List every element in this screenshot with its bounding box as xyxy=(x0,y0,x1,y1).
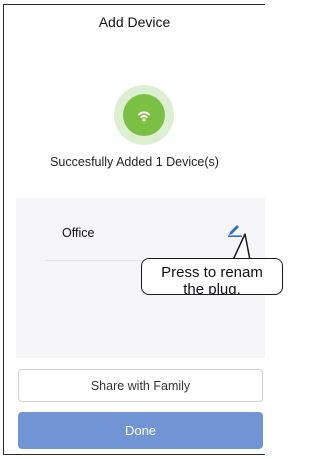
device-name: Office xyxy=(62,226,95,240)
wifi-icon xyxy=(138,111,150,122)
success-circle xyxy=(123,94,165,136)
done-button[interactable]: Done xyxy=(18,412,263,449)
callout-pointer xyxy=(232,233,251,261)
success-message: Succesfully Added 1 Device(s) xyxy=(50,155,219,169)
wifi-success-icon xyxy=(114,85,174,145)
share-with-family-button[interactable]: Share with Family xyxy=(18,369,263,402)
callout-line-1: Press to renam xyxy=(161,264,263,281)
rename-callout: Press to renam the plug. xyxy=(141,258,283,295)
callout-line-2: the plug. xyxy=(183,281,241,295)
page-title: Add Device xyxy=(98,14,171,30)
